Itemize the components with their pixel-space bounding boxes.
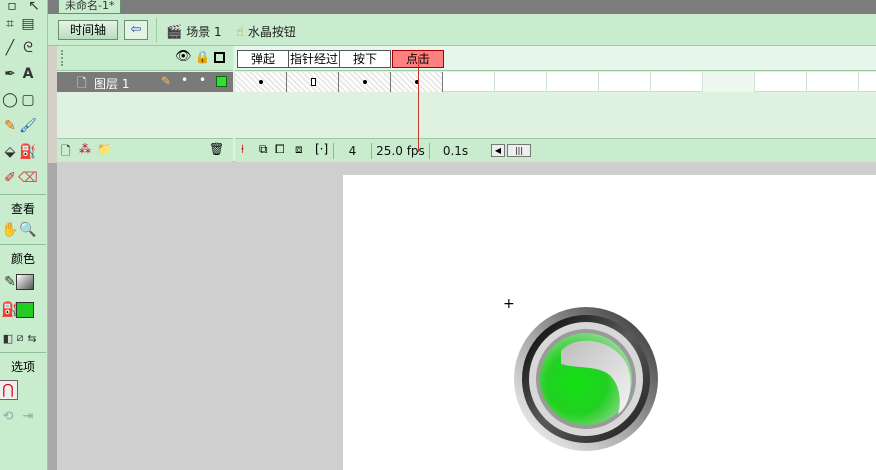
onion-outline-icon[interactable]: ⧠ bbox=[275, 142, 285, 157]
tools-divider bbox=[0, 352, 46, 353]
free-transform-tool-icon[interactable]: ⌗ bbox=[0, 14, 20, 34]
frame-cell-empty[interactable] bbox=[807, 72, 859, 92]
frames-row[interactable] bbox=[235, 72, 876, 92]
timeline-panel: 👁 🔒 🗋 图层 1 ✎ • • 🗋 ⁂ 📁 🗑 弹起 指针经过 按下 点击 bbox=[57, 46, 876, 162]
scroll-left-icon[interactable]: ◀ bbox=[491, 144, 505, 157]
outline-icon[interactable] bbox=[214, 52, 225, 63]
frame-down[interactable] bbox=[339, 72, 391, 92]
keyframe-dot bbox=[363, 80, 367, 84]
view-section-label: 查看 bbox=[10, 202, 35, 216]
eye-icon[interactable]: 👁 bbox=[175, 49, 192, 64]
elapsed-time: 0.1s bbox=[429, 143, 481, 159]
add-motion-guide-icon[interactable]: ⁂ bbox=[79, 142, 91, 156]
frame-cell-empty[interactable] bbox=[651, 72, 703, 92]
frame-cell-empty[interactable] bbox=[703, 72, 755, 92]
tools-divider bbox=[0, 194, 46, 195]
swap-colors-icon[interactable]: ⇆ bbox=[22, 328, 42, 348]
empty-frame-marker bbox=[311, 78, 316, 86]
symbol-label: 水晶按钮 bbox=[247, 25, 296, 39]
symbol-breadcrumb[interactable]: ☝ 水晶按钮 bbox=[236, 23, 296, 40]
visibility-dot-icon[interactable]: • bbox=[181, 73, 188, 87]
edit-bar: 时间轴 ⇦ 🎬 场景 1 ☝ 水晶按钮 bbox=[48, 14, 876, 46]
scene-label: 场景 1 bbox=[186, 25, 222, 39]
frame-cell-empty[interactable] bbox=[495, 72, 547, 92]
tools-panel: ▫ ↖ ⌗ ▤ ╱ ᘓ ✒ A ◯ ▢ ✎ 🖌 ⬙ ⛽ ✐ ⌫ 查看 ✋ 🔍 颜… bbox=[0, 0, 48, 470]
color-section-label: 颜色 bbox=[10, 252, 35, 266]
layer-header: 👁 🔒 bbox=[57, 46, 233, 71]
frame-cell-empty[interactable] bbox=[755, 72, 807, 92]
frame-rate[interactable]: 25.0 fps bbox=[371, 143, 429, 159]
stroke-color-swatch[interactable] bbox=[16, 274, 34, 290]
eraser-tool-icon[interactable]: ⌫ bbox=[18, 168, 38, 188]
edit-multiple-frames-icon[interactable]: ⧈ bbox=[295, 142, 303, 157]
frame-label-down[interactable]: 按下 bbox=[339, 50, 391, 68]
pen-tool-icon[interactable]: ✒ bbox=[0, 64, 20, 84]
frames-header: 弹起 指针经过 按下 点击 bbox=[235, 46, 876, 71]
add-folder-icon[interactable]: 📁 bbox=[97, 142, 112, 156]
horizontal-scroll-thumb[interactable]: ||| bbox=[507, 144, 531, 157]
pencil-edit-icon: ✎ bbox=[161, 74, 172, 88]
frames-footer: ⍿ ⧉ ⧠ ⧈ [·] 4 25.0 fps 0.1s ◀ ||| bbox=[235, 138, 876, 162]
frame-label-up[interactable]: 弹起 bbox=[237, 50, 289, 68]
document-tab[interactable]: 未命名-1* bbox=[58, 0, 122, 14]
layer-name[interactable]: 图层 1 bbox=[94, 75, 129, 92]
text-tool-icon[interactable]: A bbox=[18, 64, 38, 84]
add-layer-icon[interactable]: 🗋 bbox=[61, 142, 71, 163]
pencil-tool-icon[interactable]: ✎ bbox=[0, 116, 20, 136]
paint-bucket-tool-icon[interactable]: ⛽ bbox=[18, 142, 38, 162]
center-frame-icon[interactable]: ⍿ bbox=[241, 142, 244, 157]
lock-dot-icon[interactable]: • bbox=[199, 73, 206, 87]
zoom-tool-icon[interactable]: 🔍 bbox=[18, 220, 38, 240]
timeline-toggle-button[interactable]: 时间轴 bbox=[58, 20, 118, 40]
lock-icon[interactable]: 🔒 bbox=[195, 50, 210, 64]
frame-cell-empty[interactable] bbox=[547, 72, 599, 92]
frame-cell-empty[interactable] bbox=[599, 72, 651, 92]
frame-up[interactable] bbox=[235, 72, 287, 92]
lasso-tool-icon[interactable]: ᘓ bbox=[18, 38, 38, 58]
layer-footer: 🗋 ⁂ 📁 🗑 bbox=[57, 138, 233, 162]
frame-hit[interactable] bbox=[391, 72, 443, 92]
hand-tool-icon[interactable]: ✋ bbox=[0, 220, 20, 240]
frame-label-over[interactable]: 指针经过 bbox=[288, 50, 340, 68]
stage-area: + bbox=[57, 163, 876, 470]
options-section-label: 选项 bbox=[10, 360, 35, 374]
keyframe-dot bbox=[259, 80, 263, 84]
document-tab-bar: 未命名-1* bbox=[48, 0, 876, 14]
line-tool-icon[interactable]: ╱ bbox=[0, 38, 20, 58]
layer-list-empty bbox=[57, 92, 233, 138]
stage-canvas[interactable]: + bbox=[343, 175, 876, 470]
frame-over[interactable] bbox=[287, 72, 339, 92]
rectangle-tool-icon[interactable]: ▢ bbox=[18, 90, 38, 110]
ink-bottle-tool-icon[interactable]: ⬙ bbox=[0, 142, 20, 162]
playhead[interactable] bbox=[418, 56, 419, 152]
edit-bar-divider bbox=[156, 18, 157, 42]
delete-layer-icon[interactable]: 🗑 bbox=[209, 142, 224, 156]
scene-breadcrumb[interactable]: 🎬 场景 1 bbox=[166, 23, 222, 40]
back-arrow-icon[interactable]: ⇦ bbox=[124, 20, 148, 40]
eyedropper-tool-icon[interactable]: ✐ bbox=[0, 168, 20, 188]
layer-row[interactable]: 🗋 图层 1 ✎ • • bbox=[57, 72, 233, 92]
brush-tool-icon[interactable]: 🖌 bbox=[18, 116, 38, 136]
layer-color-swatch[interactable] bbox=[216, 76, 227, 87]
smooth-icon[interactable]: ⟲ bbox=[0, 406, 18, 426]
onion-skin-icon[interactable]: ⧉ bbox=[259, 142, 268, 157]
clapperboard-icon: 🎬 bbox=[166, 25, 183, 40]
current-frame: 4 bbox=[333, 143, 371, 159]
crystal-button-graphic[interactable] bbox=[513, 306, 659, 452]
tools-divider bbox=[0, 244, 46, 245]
stage-scroll-edge bbox=[48, 163, 57, 470]
button-symbol-icon: ☝ bbox=[236, 25, 244, 40]
modify-markers-icon[interactable]: [·] bbox=[315, 142, 328, 156]
panel-gripper[interactable] bbox=[61, 50, 69, 66]
oval-tool-icon[interactable]: ◯ bbox=[0, 90, 20, 110]
straighten-icon[interactable]: ⇥ bbox=[18, 406, 38, 426]
frame-cell-empty[interactable] bbox=[443, 72, 495, 92]
fill-color-swatch[interactable] bbox=[16, 302, 34, 318]
gradient-transform-tool-icon[interactable]: ▤ bbox=[18, 14, 38, 34]
snap-magnet-icon[interactable]: ⋂ bbox=[0, 380, 18, 400]
